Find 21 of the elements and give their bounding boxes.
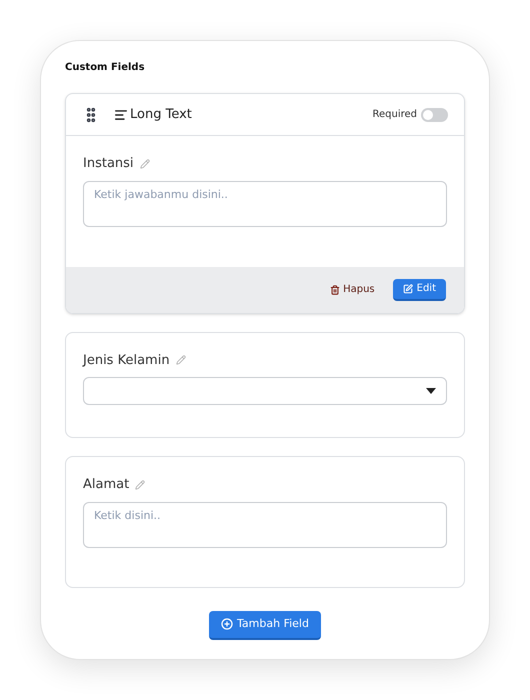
plus-circle-icon — [221, 618, 234, 630]
pencil-icon[interactable] — [176, 355, 186, 366]
add-field-button[interactable]: Tambah Field — [209, 610, 321, 640]
field-type-label: Long Text — [130, 106, 192, 124]
dropdown-field[interactable] — [83, 377, 447, 405]
align-left-icon — [114, 108, 128, 122]
answer-box[interactable]: Ketik disini.. — [83, 502, 447, 548]
field-label: Alamat — [83, 476, 130, 494]
pencil-icon[interactable] — [135, 480, 146, 490]
delete-button[interactable]: Hapus — [330, 282, 375, 297]
pencil-icon[interactable] — [140, 158, 150, 169]
caret-icon — [426, 388, 436, 394]
required-toggle[interactable] — [421, 108, 448, 122]
edit-button[interactable]: Edit — [392, 278, 446, 300]
edit-icon — [402, 284, 413, 294]
field-label: Instansi — [83, 155, 134, 173]
field-label: Jenis Kelamin — [83, 352, 170, 370]
answer-box[interactable]: Ketik jawabanmu disini.. — [83, 180, 447, 226]
section-title: Custom Fields — [65, 61, 146, 75]
required-label: Required — [372, 108, 417, 122]
trash-icon — [330, 284, 340, 294]
